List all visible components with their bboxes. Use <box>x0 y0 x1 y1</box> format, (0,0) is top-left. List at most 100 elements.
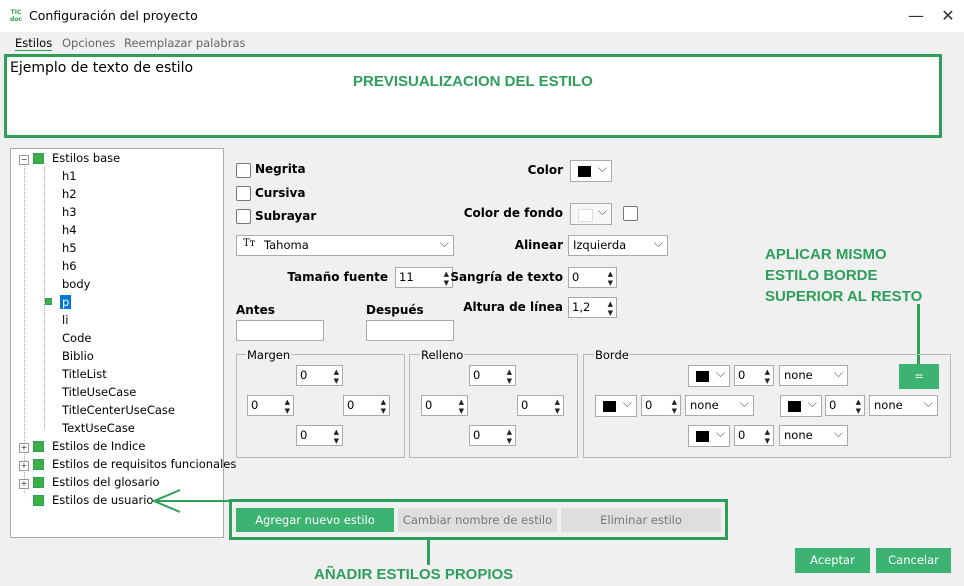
tree-item-titlelist[interactable]: TitleList <box>62 367 107 381</box>
accept-button[interactable]: Aceptar <box>795 548 870 573</box>
tree-item-estilos-requisitos[interactable]: Estilos de requisitos funcionales <box>52 457 236 471</box>
chevron-down-icon: ⌵ <box>715 366 725 380</box>
spin-arrows-icon[interactable]: ▲ ▼ <box>608 300 613 318</box>
apply-border-all-button[interactable]: = <box>899 364 939 389</box>
tree-item-estilos-glosario[interactable]: Estilos del glosario <box>52 475 160 489</box>
tab-estilos[interactable]: Estilos <box>15 36 53 51</box>
tree-item-h1[interactable]: h1 <box>62 169 77 183</box>
border-left-color[interactable]: ⌵ <box>595 395 637 417</box>
after-input[interactable] <box>366 320 454 341</box>
border-bottom-style[interactable]: none ⌵ <box>779 425 848 446</box>
chevron-down-icon: ⌵ <box>715 426 725 440</box>
tab-reemplazar-palabras[interactable]: Reemplazar palabras <box>124 36 246 50</box>
tree-item-p[interactable]: p <box>60 295 72 309</box>
add-styles-annotation: AÑADIR ESTILOS PROPIOS <box>314 566 514 583</box>
border-top-width[interactable]: 0 ▲ ▼ <box>734 365 774 386</box>
spin-arrows-icon[interactable]: ▲ ▼ <box>608 270 613 288</box>
border-bottom-color[interactable]: ⌵ <box>688 425 730 447</box>
tree-item-textusecase[interactable]: TextUseCase <box>62 421 135 435</box>
cancel-button[interactable]: Cancelar <box>876 548 951 573</box>
tree-item-body[interactable]: body <box>62 277 90 291</box>
spin-arrows-icon[interactable]: ▲ ▼ <box>765 368 770 386</box>
border-right-color[interactable]: ⌵ <box>780 395 822 417</box>
spin-arrows-icon[interactable]: ▲ ▼ <box>507 428 512 446</box>
border-left-width[interactable]: 0 ▲ ▼ <box>641 395 681 416</box>
color-swatch <box>578 166 591 177</box>
align-select[interactable]: Izquierda ⌵ <box>568 235 668 256</box>
tree-item-li[interactable]: li <box>62 313 68 327</box>
spin-arrows-icon[interactable]: ▲ ▼ <box>444 270 449 288</box>
spin-arrows-icon[interactable]: ▲ ▼ <box>507 368 512 386</box>
margin-right-stepper[interactable]: 0 ▲ ▼ <box>343 395 390 416</box>
spin-arrows-icon[interactable]: ▲ ▼ <box>765 428 770 446</box>
padding-top-stepper[interactable]: 0 ▲ ▼ <box>469 365 516 386</box>
bold-checkbox[interactable] <box>236 163 251 178</box>
rename-style-button[interactable]: Cambiar nombre de estilo <box>398 508 557 532</box>
tree-item-estilos-de-indice[interactable]: Estilos de Indice <box>52 439 145 453</box>
underline-checkbox[interactable] <box>236 209 251 224</box>
margin-top-stepper[interactable]: 0 ▲ ▼ <box>296 365 343 386</box>
window-title: Configuración del proyecto <box>29 8 198 23</box>
font-icon: Tт <box>243 238 256 249</box>
spin-arrows-icon[interactable]: ▲ ▼ <box>285 398 290 416</box>
spin-arrows-icon[interactable]: ▲ ▼ <box>381 398 386 416</box>
padding-right-stepper[interactable]: 0 ▲ ▼ <box>517 395 564 416</box>
spin-arrows-icon[interactable]: ▲ ▼ <box>856 398 861 416</box>
line-height-stepper[interactable]: 1,2 ▲ ▼ <box>568 297 617 318</box>
spin-arrows-icon[interactable]: ▲ ▼ <box>459 398 464 416</box>
expand-icon[interactable]: + <box>19 443 29 453</box>
spin-arrows-icon[interactable]: ▲ ▼ <box>672 398 677 416</box>
font-select[interactable]: Tт Tahoma ⌵ <box>236 235 454 256</box>
spin-arrows-icon[interactable]: ▲ ▼ <box>334 368 339 386</box>
margin-left-stepper[interactable]: 0 ▲ ▼ <box>247 395 294 416</box>
margin-bottom-stepper[interactable]: 0 ▲ ▼ <box>296 425 343 446</box>
border-top-color[interactable]: ⌵ <box>688 365 730 387</box>
color-swatch <box>696 431 709 442</box>
indent-value: 0 <box>572 270 580 284</box>
add-callout-connector <box>427 540 430 565</box>
delete-style-button[interactable]: Eliminar estilo <box>561 508 721 532</box>
collapse-icon[interactable]: − <box>19 155 29 165</box>
border-top-style[interactable]: none ⌵ <box>779 365 848 386</box>
tree-item-estilos-base[interactable]: Estilos base <box>52 151 120 165</box>
border-bottom-style-value: none <box>784 428 813 442</box>
indent-stepper[interactable]: 0 ▲ ▼ <box>568 267 617 288</box>
border-bottom-width-value: 0 <box>738 428 746 442</box>
expand-icon[interactable]: + <box>19 479 29 489</box>
style-tree[interactable]: − Estilos base h1 h2 h3 h4 h5 h6 body p … <box>10 148 236 538</box>
padding-left-stepper[interactable]: 0 ▲ ▼ <box>421 395 468 416</box>
tree-item-h5[interactable]: h5 <box>62 241 77 255</box>
minimize-icon[interactable]: — <box>905 5 927 27</box>
chevron-down-icon: ⌵ <box>622 396 632 410</box>
expand-icon[interactable]: + <box>19 461 29 471</box>
padding-bottom-stepper[interactable]: 0 ▲ ▼ <box>469 425 516 446</box>
border-bottom-width[interactable]: 0 ▲ ▼ <box>734 425 774 446</box>
tree-item-biblio[interactable]: Biblio <box>62 349 94 363</box>
tab-opciones[interactable]: Opciones <box>62 36 115 50</box>
tree-item-code[interactable]: Code <box>62 331 91 345</box>
font-size-stepper[interactable]: 11 ▲ ▼ <box>395 267 453 288</box>
border-left-style[interactable]: none ⌵ <box>685 395 754 416</box>
add-style-button[interactable]: Agregar nuevo estilo <box>236 508 394 532</box>
margin-label: Margen <box>246 348 292 362</box>
color-picker[interactable]: ⌵ <box>570 160 612 182</box>
spin-arrows-icon[interactable]: ▲ ▼ <box>334 428 339 446</box>
tree-item-titleusecase[interactable]: TitleUseCase <box>62 385 136 399</box>
border-right-style[interactable]: none ⌵ <box>869 395 938 416</box>
border-right-width[interactable]: 0 ▲ ▼ <box>825 395 865 416</box>
tree-item-h3[interactable]: h3 <box>62 205 77 219</box>
bg-color-checkbox[interactable] <box>623 206 638 221</box>
tree-item-estilos-usuario[interactable]: Estilos de usuario <box>52 493 153 507</box>
spin-arrows-icon[interactable]: ▲ ▼ <box>555 398 560 416</box>
italic-checkbox[interactable] <box>236 186 251 201</box>
tree-item-h2[interactable]: h2 <box>62 187 77 201</box>
close-icon[interactable]: ✕ <box>937 5 959 27</box>
before-input[interactable] <box>236 320 324 341</box>
bg-color-picker[interactable]: ⌵ <box>570 203 612 225</box>
chevron-down-icon: ⌵ <box>923 396 933 410</box>
tree-item-titlecenterusecase[interactable]: TitleCenterUseCase <box>62 403 175 417</box>
tree-item-h6[interactable]: h6 <box>62 259 77 273</box>
tree-item-h4[interactable]: h4 <box>62 223 77 237</box>
line-height-label: Altura de línea <box>463 300 563 314</box>
chevron-down-icon: ⌵ <box>439 236 449 250</box>
